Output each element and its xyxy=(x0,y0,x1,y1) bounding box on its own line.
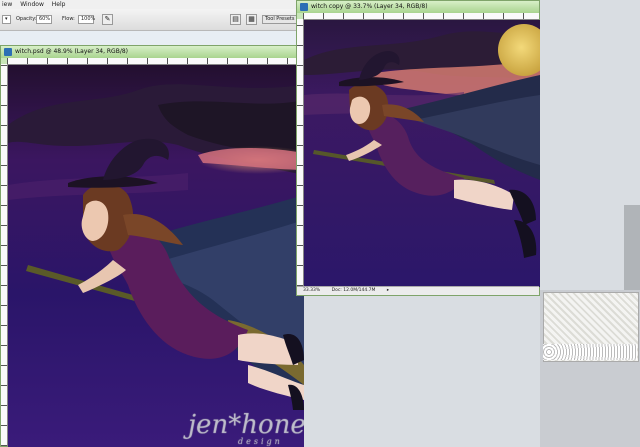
doc-size-info[interactable]: Doc: 12.0M/144.7M xyxy=(332,287,376,295)
lace-thumbnail-trim xyxy=(543,344,637,360)
main-window-title: witch.psd @ 48.9% (Layer 34, RGB/8) xyxy=(15,48,129,55)
document-window-copy: witch copy @ 33.7% (Layer 34, RGB/8) 33.… xyxy=(296,0,540,296)
photoshop-document-icon xyxy=(300,3,308,11)
watermark-brand: jen*honey xyxy=(188,410,304,440)
flow-label: Flow: xyxy=(62,16,75,22)
watermark-sub: design xyxy=(238,437,283,446)
opacity-field[interactable]: 60% xyxy=(36,15,52,24)
menu-bar: iew Window Help xyxy=(0,0,300,9)
copy-canvas[interactable] xyxy=(304,20,540,287)
copy-window-title: witch copy @ 33.7% (Layer 34, RGB/8) xyxy=(311,3,428,10)
copy-window-titlebar[interactable]: witch copy @ 33.7% (Layer 34, RGB/8) xyxy=(297,1,539,13)
main-canvas[interactable]: jen*honey design xyxy=(8,65,304,447)
vertical-ruler[interactable] xyxy=(297,19,304,286)
witch-painting-main xyxy=(8,65,304,447)
copy-window-statusbar: 33.33% Doc: 12.0M/144.7M ▸ xyxy=(297,286,539,295)
brush-panel-icon[interactable]: ▦ xyxy=(246,14,257,25)
palette-well-icon[interactable]: ▤ xyxy=(230,14,241,25)
panel-scrollbar[interactable] xyxy=(624,205,640,290)
photoshop-document-icon xyxy=(4,48,12,56)
main-window-titlebar[interactable]: witch.psd @ 48.9% (Layer 34, RGB/8) xyxy=(1,46,303,58)
vertical-ruler[interactable] xyxy=(1,64,8,446)
menu-item-view[interactable]: iew xyxy=(2,0,12,9)
horizontal-ruler[interactable] xyxy=(7,58,303,65)
witch-painting-copy xyxy=(304,20,540,287)
opacity-label: Opacity: xyxy=(16,16,37,22)
document-window-main: witch.psd @ 48.9% (Layer 34, RGB/8) jen*… xyxy=(0,45,304,447)
brush-preset-picker[interactable]: ▾ xyxy=(2,15,11,24)
menu-item-window[interactable]: Window xyxy=(20,0,44,9)
horizontal-ruler[interactable] xyxy=(303,13,539,20)
zoom-level[interactable]: 33.33% xyxy=(303,287,320,295)
tool-presets-tab[interactable]: Tool Presets xyxy=(262,15,298,24)
status-arrow-icon[interactable]: ▸ xyxy=(387,287,389,295)
menu-item-help[interactable]: Help xyxy=(52,0,66,9)
flow-field[interactable]: 100% xyxy=(78,15,95,24)
options-bar: ▾ Opacity: 60% Flow: 100% ✎ ▤ ▦ Tool Pre… xyxy=(0,9,300,31)
airbrush-icon[interactable]: ✎ xyxy=(102,14,113,25)
